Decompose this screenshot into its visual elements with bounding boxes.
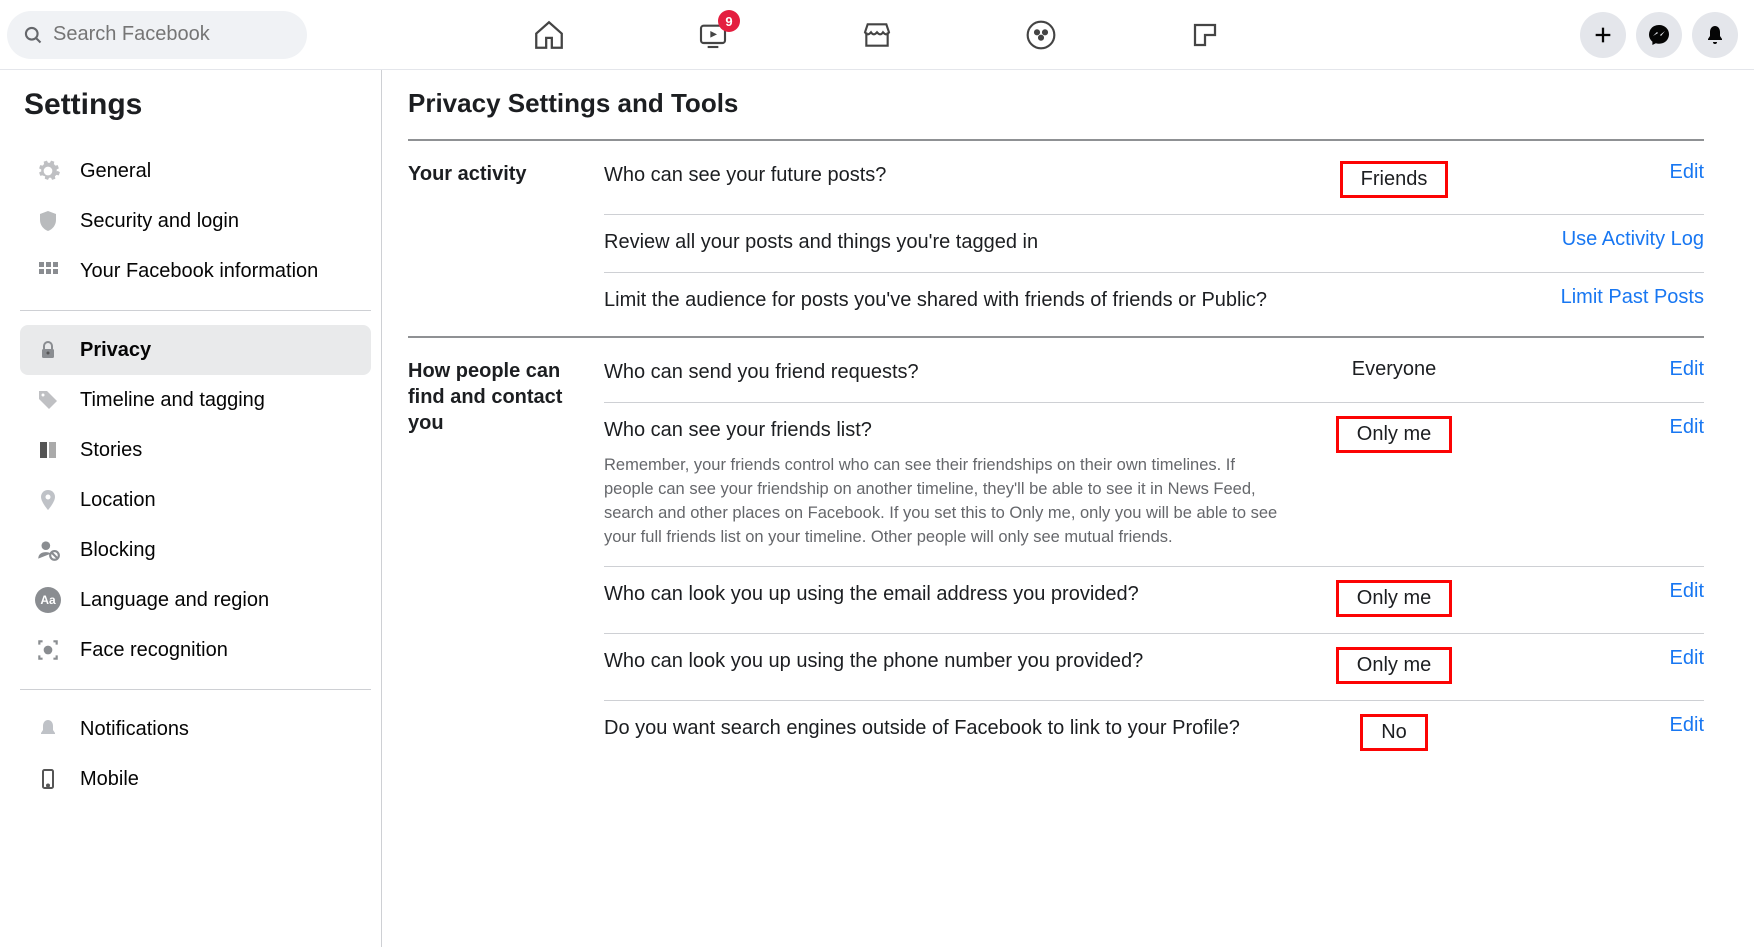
shield-icon bbox=[34, 207, 62, 235]
sidebar-item-notifications[interactable]: Notifications bbox=[20, 704, 371, 754]
notifications-button[interactable] bbox=[1692, 12, 1738, 58]
setting-text: Who can see your friends list? Remember,… bbox=[604, 416, 1284, 550]
watch-badge: 9 bbox=[718, 10, 740, 32]
nav-marketplace[interactable] bbox=[860, 18, 894, 52]
sidebar-item-label: Privacy bbox=[80, 339, 151, 362]
setting-row: Review all your posts and things you're … bbox=[604, 215, 1704, 273]
block-icon bbox=[34, 536, 62, 564]
messenger-button[interactable] bbox=[1636, 12, 1682, 58]
section-find-contact: How people can find and contact you Who … bbox=[408, 336, 1704, 767]
create-button[interactable] bbox=[1580, 12, 1626, 58]
activity-log-link[interactable]: Use Activity Log bbox=[1504, 228, 1704, 251]
right-actions bbox=[1580, 12, 1738, 58]
section-your-activity: Your activity Who can see your future po… bbox=[408, 139, 1704, 330]
sidebar-item-label: Stories bbox=[80, 439, 142, 462]
language-icon: Aa bbox=[34, 586, 62, 614]
sidebar-item-language[interactable]: Aa Language and region bbox=[20, 575, 371, 625]
sidebar-title: Settings bbox=[24, 88, 371, 122]
setting-text: Who can look you up using the email addr… bbox=[604, 580, 1284, 608]
gaming-icon bbox=[1190, 20, 1220, 50]
sidebar-item-stories[interactable]: Stories bbox=[20, 425, 371, 475]
sidebar-item-label: Mobile bbox=[80, 768, 139, 791]
search-input[interactable] bbox=[53, 23, 291, 46]
sidebar-item-label: Language and region bbox=[80, 589, 269, 612]
edit-link[interactable]: Edit bbox=[1504, 358, 1704, 381]
bell-icon bbox=[1703, 23, 1727, 47]
sidebar-item-label: Face recognition bbox=[80, 639, 228, 662]
nav-gaming[interactable] bbox=[1188, 18, 1222, 52]
setting-value: Only me bbox=[1284, 580, 1504, 617]
page-title: Privacy Settings and Tools bbox=[408, 88, 1704, 119]
sidebar-item-general[interactable]: General bbox=[20, 146, 371, 196]
settings-sidebar: Settings General Security and login Your… bbox=[0, 70, 382, 947]
sidebar-item-security[interactable]: Security and login bbox=[20, 196, 371, 246]
edit-link[interactable]: Edit bbox=[1504, 416, 1704, 439]
setting-row: Who can see your friends list? Remember,… bbox=[604, 403, 1704, 567]
book-icon bbox=[34, 436, 62, 464]
setting-text: Review all your posts and things you're … bbox=[604, 228, 1284, 256]
lock-icon bbox=[34, 336, 62, 364]
sidebar-item-label: General bbox=[80, 160, 151, 183]
setting-text: Do you want search engines outside of Fa… bbox=[604, 714, 1284, 742]
setting-value: Friends bbox=[1284, 161, 1504, 198]
sidebar-item-label: Your Facebook information bbox=[80, 260, 318, 283]
sidebar-item-label: Location bbox=[80, 489, 156, 512]
sidebar-item-label: Blocking bbox=[80, 539, 156, 562]
sidebar-item-timeline[interactable]: Timeline and tagging bbox=[20, 375, 371, 425]
search-icon bbox=[23, 25, 43, 45]
gear-icon bbox=[34, 157, 62, 185]
groups-icon bbox=[1025, 19, 1057, 51]
setting-text: Limit the audience for posts you've shar… bbox=[604, 286, 1284, 314]
setting-value: Only me bbox=[1284, 416, 1504, 453]
section-label: Your activity bbox=[408, 161, 604, 330]
sidebar-item-label: Notifications bbox=[80, 718, 189, 741]
setting-value: Everyone bbox=[1284, 358, 1504, 381]
sidebar-item-label: Timeline and tagging bbox=[80, 389, 265, 412]
home-icon bbox=[532, 18, 566, 52]
section-label: How people can find and contact you bbox=[408, 358, 604, 767]
bell-small-icon bbox=[34, 715, 62, 743]
edit-link[interactable]: Edit bbox=[1504, 714, 1704, 737]
edit-link[interactable]: Edit bbox=[1504, 647, 1704, 670]
nav-home[interactable] bbox=[532, 18, 566, 52]
limit-posts-link[interactable]: Limit Past Posts bbox=[1504, 286, 1704, 309]
sidebar-item-mobile[interactable]: Mobile bbox=[20, 754, 371, 804]
setting-row: Who can look you up using the email addr… bbox=[604, 567, 1704, 634]
top-bar: 9 bbox=[0, 0, 1754, 70]
main-content: Privacy Settings and Tools Your activity… bbox=[382, 70, 1754, 947]
plus-icon bbox=[1592, 24, 1614, 46]
nav-groups[interactable] bbox=[1024, 18, 1058, 52]
sidebar-item-location[interactable]: Location bbox=[20, 475, 371, 525]
sidebar-item-blocking[interactable]: Blocking bbox=[20, 525, 371, 575]
sidebar-item-your-info[interactable]: Your Facebook information bbox=[20, 246, 371, 296]
setting-row: Who can see your future posts? Friends E… bbox=[604, 161, 1704, 215]
mobile-icon bbox=[34, 765, 62, 793]
setting-row: Who can look you up using the phone numb… bbox=[604, 634, 1704, 701]
setting-subtext: Remember, your friends control who can s… bbox=[604, 454, 1284, 550]
setting-text: Who can see your future posts? bbox=[604, 161, 1284, 189]
sidebar-separator bbox=[20, 310, 371, 311]
setting-row: Who can send you friend requests? Everyo… bbox=[604, 358, 1704, 403]
sidebar-item-privacy[interactable]: Privacy bbox=[20, 325, 371, 375]
sidebar-item-face[interactable]: Face recognition bbox=[20, 625, 371, 675]
setting-text: Who can send you friend requests? bbox=[604, 358, 1284, 386]
face-icon bbox=[34, 636, 62, 664]
setting-value: Only me bbox=[1284, 647, 1504, 684]
setting-text: Who can look you up using the phone numb… bbox=[604, 647, 1284, 675]
setting-row: Do you want search engines outside of Fa… bbox=[604, 701, 1704, 767]
grid-icon bbox=[34, 257, 62, 285]
marketplace-icon bbox=[861, 19, 893, 51]
setting-row: Limit the audience for posts you've shar… bbox=[604, 273, 1704, 330]
sidebar-separator bbox=[20, 689, 371, 690]
tag-icon bbox=[34, 386, 62, 414]
edit-link[interactable]: Edit bbox=[1504, 580, 1704, 603]
edit-link[interactable]: Edit bbox=[1504, 161, 1704, 184]
setting-value: No bbox=[1284, 714, 1504, 751]
sidebar-item-label: Security and login bbox=[80, 210, 239, 233]
pin-icon bbox=[34, 486, 62, 514]
nav-watch[interactable]: 9 bbox=[696, 18, 730, 52]
messenger-icon bbox=[1647, 23, 1671, 47]
search-wrap[interactable] bbox=[7, 11, 307, 59]
